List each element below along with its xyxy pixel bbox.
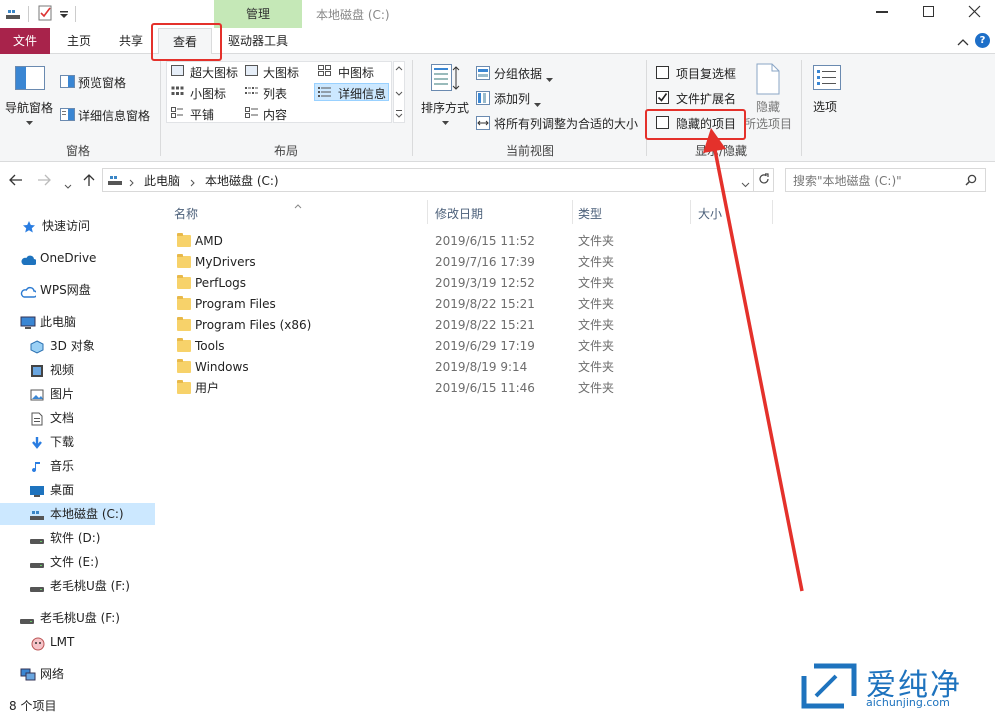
annotation-arrow (703, 128, 804, 592)
